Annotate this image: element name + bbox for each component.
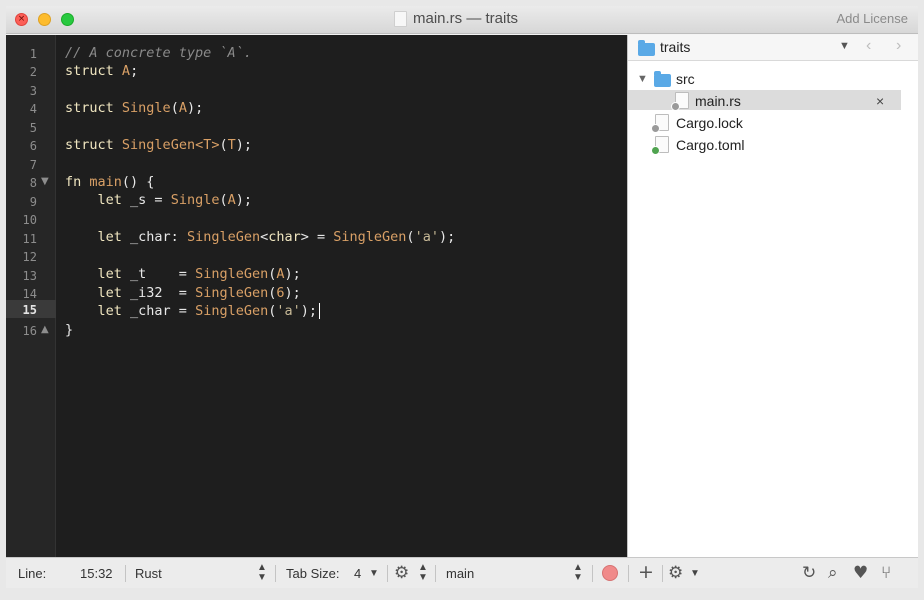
- document-icon: [394, 10, 407, 27]
- code-line-15: let _char = SingleGen('a');: [65, 303, 321, 319]
- divider: [628, 565, 629, 582]
- line-label: Line:: [18, 566, 47, 581]
- line-number: 7: [29, 158, 37, 172]
- updown-arrows-icon[interactable]: ▲ ▼: [257, 563, 267, 583]
- line-number: 4: [29, 102, 37, 116]
- branch-icon[interactable]: ⑂: [881, 563, 891, 583]
- title-bar: × main.rs — traits Add License: [6, 6, 918, 34]
- close-window-button[interactable]: ×: [15, 13, 28, 26]
- close-icon[interactable]: ×: [876, 93, 884, 109]
- project-sidebar: traits ▼ ‹ › ▼ src main.rs × Cargo.lock …: [627, 35, 918, 557]
- code-line-11: let _char: SingleGen<char> = SingleGen('…: [97, 229, 456, 245]
- tree-item-main-rs[interactable]: main.rs: [695, 93, 741, 109]
- syntax-mode-select[interactable]: Rust: [135, 566, 162, 581]
- code-line-1: // A concrete type `A`.: [65, 45, 252, 61]
- tree-item-cargo-toml[interactable]: Cargo.toml: [676, 137, 744, 153]
- code-line-9: let _s = Single(A);: [97, 192, 253, 208]
- chevron-down-icon[interactable]: ▼: [839, 40, 850, 52]
- line-number: 10: [22, 213, 37, 227]
- record-icon[interactable]: [602, 565, 618, 581]
- line-number: 2: [29, 65, 37, 79]
- fold-open-icon[interactable]: ▼: [41, 176, 49, 187]
- updown-arrows-icon[interactable]: ▲ ▼: [418, 563, 428, 583]
- line-number-active: 15: [22, 303, 37, 317]
- folder-icon: [654, 71, 671, 87]
- divider: [125, 565, 126, 582]
- code-line-4: struct Single(A);: [65, 100, 204, 116]
- code-line-6: struct SingleGen<T>(T);: [65, 137, 253, 153]
- tab-size-label: Tab Size:: [286, 566, 340, 581]
- line-number-gutter: 1 2 3 4 5 6 7 8 ▼ 9 10 11 12 13 14 15 16…: [6, 35, 56, 557]
- close-icon: ×: [17, 14, 26, 24]
- window-title: main.rs — traits: [394, 10, 518, 27]
- code-line-8: fn main() {: [65, 174, 155, 190]
- project-title: traits: [660, 39, 691, 55]
- minimize-window-button[interactable]: [38, 13, 51, 26]
- divider: [662, 565, 663, 582]
- project-header[interactable]: traits ▼ ‹ ›: [628, 35, 918, 61]
- forward-arrow-icon[interactable]: ›: [896, 37, 901, 55]
- zoom-window-button[interactable]: [61, 13, 74, 26]
- reload-icon[interactable]: ↻: [802, 563, 816, 583]
- tree-item-cargo-lock[interactable]: Cargo.lock: [676, 115, 743, 131]
- line-number: 9: [29, 195, 37, 209]
- file-icon: [671, 92, 689, 111]
- folder-icon: [638, 40, 655, 56]
- app-window: × main.rs — traits Add License 1 2 3 4 5…: [6, 6, 918, 588]
- line-number: 13: [22, 269, 37, 283]
- text-caret: [319, 303, 321, 319]
- search-icon[interactable]: ⌕: [828, 563, 838, 583]
- chevron-down-icon[interactable]: ▼: [369, 568, 379, 579]
- add-icon[interactable]: +: [638, 561, 654, 583]
- file-icon: [651, 136, 669, 155]
- status-bar: Line: 15:32 Rust ▲ ▼ Tab Size: 4 ▼ ⚙ ▲ ▼ m…: [6, 557, 918, 588]
- line-number: 14: [22, 287, 37, 301]
- add-license-button[interactable]: Add License: [836, 11, 908, 26]
- line-number: 6: [29, 139, 37, 153]
- divider: [435, 565, 436, 582]
- line-number: 12: [22, 250, 37, 264]
- window-title-text: main.rs — traits: [413, 10, 519, 27]
- line-number: 1: [29, 47, 37, 61]
- line-number: 11: [22, 232, 37, 246]
- fold-close-icon[interactable]: ▲: [41, 324, 49, 335]
- line-number: 3: [29, 84, 37, 98]
- code-editor[interactable]: 1 2 3 4 5 6 7 8 ▼ 9 10 11 12 13 14 15 16…: [6, 35, 627, 557]
- code-line-2: struct A;: [65, 63, 139, 79]
- updown-arrows-icon[interactable]: ▲ ▼: [573, 563, 583, 583]
- code-line-13: let _t = SingleGen(A);: [97, 266, 301, 282]
- line-position[interactable]: 15:32: [80, 566, 113, 581]
- back-arrow-icon[interactable]: ‹: [866, 37, 871, 55]
- gear-icon[interactable]: ⚙: [394, 563, 409, 583]
- divider: [592, 565, 593, 582]
- chevron-down-icon[interactable]: ▼: [690, 568, 700, 579]
- line-number: 5: [29, 121, 37, 135]
- selected-row-highlight: [628, 90, 901, 110]
- symbol-select[interactable]: main: [446, 566, 474, 581]
- heart-icon[interactable]: ♥: [853, 563, 868, 583]
- gear-icon[interactable]: ⚙: [668, 563, 683, 583]
- file-icon: [651, 114, 669, 133]
- divider: [387, 565, 388, 582]
- line-number: 8: [29, 176, 37, 190]
- tree-item-src[interactable]: src: [676, 71, 695, 87]
- code-line-16: }: [65, 322, 74, 338]
- tab-size-select[interactable]: 4: [354, 566, 361, 581]
- disclosure-triangle-icon[interactable]: ▼: [637, 73, 648, 85]
- line-number: 16: [22, 324, 37, 338]
- code-line-14: let _i32 = SingleGen(6);: [97, 285, 301, 301]
- divider: [275, 565, 276, 582]
